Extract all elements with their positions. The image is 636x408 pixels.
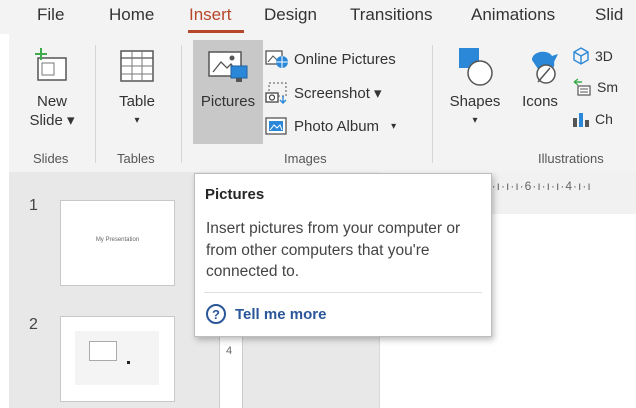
new-slide-label-2: Slide ▾ bbox=[29, 112, 75, 129]
pictures-icon bbox=[208, 51, 248, 82]
table-label: Table bbox=[119, 93, 155, 110]
pictures-tooltip: Pictures Insert pictures from your compu… bbox=[194, 173, 492, 337]
tell-me-more-link[interactable]: ? Tell me more bbox=[206, 304, 326, 324]
tab-design[interactable]: Design bbox=[264, 5, 317, 25]
menu-bar: File Home Insert Design Transitions Anim… bbox=[0, 0, 636, 34]
cursor-dot bbox=[127, 361, 130, 364]
icons-icon bbox=[532, 51, 558, 84]
table-button[interactable]: Table ▾ bbox=[108, 46, 166, 130]
online-pictures-label: Online Pictures bbox=[294, 50, 396, 68]
shapes-button[interactable]: Shapes ▾ bbox=[444, 46, 506, 130]
tab-animations[interactable]: Animations bbox=[471, 5, 555, 25]
tell-me-more-label: Tell me more bbox=[235, 305, 327, 323]
shapes-label: Shapes bbox=[449, 93, 501, 110]
shapes-icon bbox=[459, 48, 493, 86]
tab-transitions[interactable]: Transitions bbox=[350, 5, 433, 25]
online-pictures-icon bbox=[265, 50, 288, 68]
slide-thumbnail-1[interactable]: My Presentation bbox=[60, 200, 175, 286]
chart-label: Ch bbox=[595, 111, 613, 127]
tab-home[interactable]: Home bbox=[109, 5, 154, 25]
smartart-label: Sm bbox=[597, 79, 618, 95]
new-slide-label-1: New bbox=[36, 93, 67, 110]
placeholder-box bbox=[89, 341, 117, 361]
new-slide-button[interactable]: New Slide ▾ bbox=[21, 46, 83, 130]
icons-button[interactable]: Icons bbox=[515, 46, 565, 111]
slide-thumbnail-content bbox=[75, 331, 159, 385]
pictures-label: Pictures bbox=[200, 93, 256, 110]
group-label-tables: Tables bbox=[117, 151, 155, 166]
table-dropdown-arrow: ▾ bbox=[134, 115, 140, 126]
group-label-images: Images bbox=[284, 151, 327, 166]
chart-button[interactable]: Ch bbox=[572, 110, 613, 128]
screenshot-button[interactable]: Screenshot ▾ bbox=[265, 82, 382, 104]
horizontal-ruler-marks: 8·ı·ı·ı·6·ı·ı·ı·4·ı·ı bbox=[484, 179, 592, 193]
new-slide-icon bbox=[35, 48, 67, 81]
help-question-icon: ? bbox=[206, 304, 226, 324]
screenshot-label: Screenshot ▾ bbox=[294, 85, 382, 102]
slide-thumbnail-title: My Presentation bbox=[95, 237, 140, 243]
photo-album-label: Photo Album bbox=[294, 117, 380, 135]
group-separator bbox=[432, 45, 433, 163]
horizontal-ruler: 8·ı·ı·ı·6·ı·ı·ı·4·ı·ı bbox=[484, 175, 636, 197]
icons-label: Icons bbox=[522, 93, 558, 110]
tab-file[interactable]: File bbox=[37, 5, 64, 25]
tab-slideshow[interactable]: Slid bbox=[595, 5, 623, 25]
tooltip-divider bbox=[204, 292, 482, 293]
3d-models-label: 3D bbox=[595, 48, 613, 64]
pictures-button[interactable]: Pictures bbox=[193, 46, 263, 111]
tab-insert[interactable]: Insert bbox=[189, 5, 232, 25]
group-separator bbox=[95, 45, 96, 163]
group-label-illustrations: Illustrations bbox=[538, 151, 604, 166]
tooltip-description: Insert pictures from your computer or fr… bbox=[206, 220, 461, 280]
photo-album-dropdown-arrow: ▾ bbox=[391, 120, 397, 132]
group-separator bbox=[181, 45, 182, 163]
photo-album-button[interactable]: Photo Album ▾ bbox=[265, 116, 396, 136]
table-icon bbox=[120, 50, 154, 82]
3d-cube-icon bbox=[573, 47, 589, 65]
online-pictures-button[interactable]: Online Pictures bbox=[265, 49, 396, 69]
group-label-slides: Slides bbox=[33, 151, 69, 166]
screenshot-icon bbox=[265, 82, 287, 104]
vertical-ruler-mark: 4 bbox=[226, 345, 233, 357]
slide-number-2: 2 bbox=[29, 316, 38, 333]
3d-models-button[interactable]: 3D bbox=[572, 47, 613, 65]
photo-album-icon bbox=[265, 117, 287, 135]
chart-icon bbox=[573, 113, 589, 127]
slide-thumbnail-2[interactable] bbox=[60, 316, 175, 402]
smartart-button[interactable]: Sm bbox=[572, 78, 618, 96]
slide-number-1: 1 bbox=[29, 197, 38, 214]
shapes-dropdown-arrow: ▾ bbox=[472, 115, 478, 126]
tooltip-title: Pictures bbox=[205, 186, 265, 203]
smartart-icon bbox=[573, 78, 591, 96]
active-tab-indicator bbox=[188, 30, 244, 33]
vertical-ruler: 4 bbox=[219, 335, 243, 408]
